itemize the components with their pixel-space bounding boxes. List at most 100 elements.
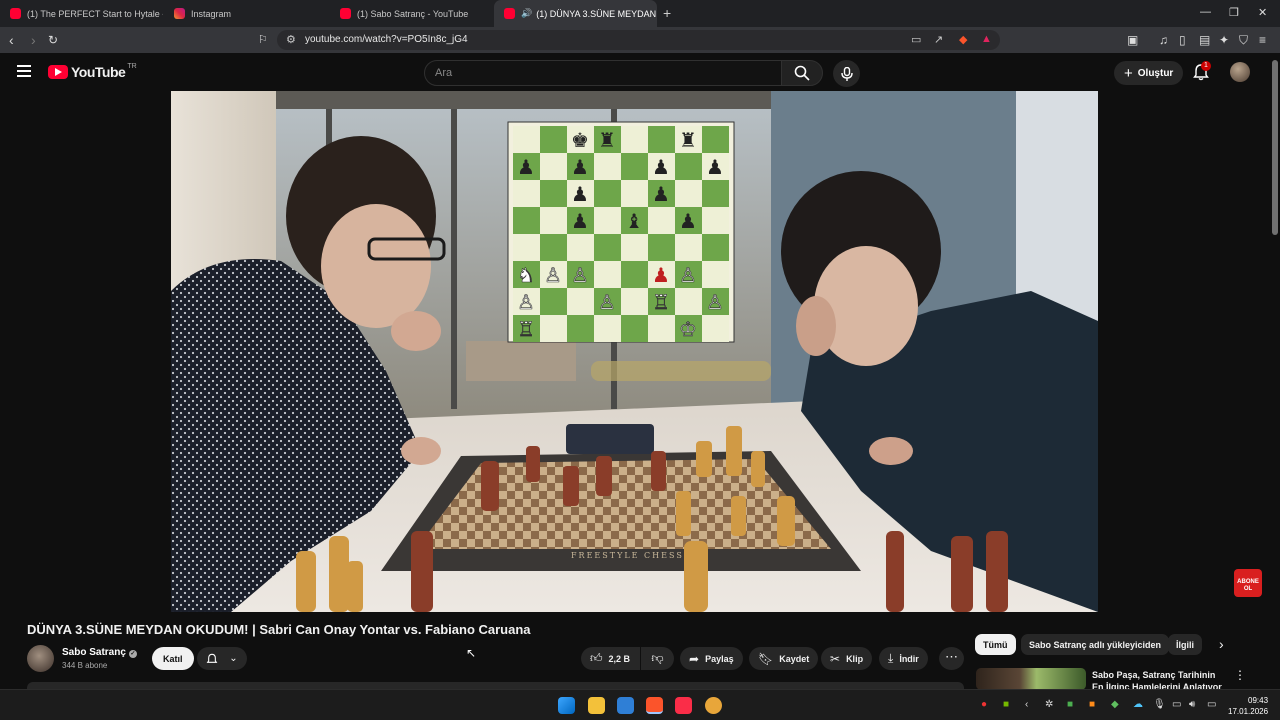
save-button[interactable]: 🔖︎ Kaydet: [749, 647, 819, 670]
tray-settings-icon[interactable]: ✲: [1045, 699, 1053, 710]
apple-music-icon[interactable]: [675, 697, 692, 714]
chip-from-uploader[interactable]: Sabo Satranç adlı yükleyiciden: [1021, 634, 1170, 655]
windows-start-icon[interactable]: [558, 697, 575, 714]
vpn-shield-icon[interactable]: ⛉: [1239, 33, 1248, 48]
forward-icon[interactable]: ›: [31, 32, 36, 48]
chess-piece-icon: ♙: [517, 290, 535, 314]
address-bar[interactable]: ⚙ youtube.com/watch?v=PO5In8c_jG4 ▭ ↗ ◆ …: [277, 30, 1000, 50]
chevron-right-icon[interactable]: ›: [1219, 636, 1224, 652]
nvidia-icon[interactable]: ■: [1003, 699, 1009, 710]
board-square: [540, 207, 567, 234]
board-square: [702, 180, 729, 207]
cast-icon[interactable]: ▭: [911, 33, 921, 46]
chess-piece-icon: ♟: [652, 155, 670, 179]
sidebar-icon[interactable]: ▯: [1179, 33, 1186, 47]
chess-piece-icon: ♙: [706, 290, 724, 314]
board-square: [621, 288, 648, 315]
tray-chevron-icon[interactable]: ‹: [1025, 699, 1028, 710]
tab-label: (1) DÜNYA 3.SÜNE MEYDAN: [536, 8, 657, 19]
dislike-button[interactable]: 👎︎: [641, 647, 674, 670]
board-square: [594, 180, 621, 207]
share-page-icon[interactable]: ↗: [934, 33, 943, 46]
back-icon[interactable]: ‹: [9, 32, 14, 48]
chevron-down-icon: ⌄: [229, 653, 238, 664]
bookmark-icon[interactable]: ⚐: [258, 33, 268, 46]
video-player[interactable]: FREESTYLE CHESS ♚ ♜ ♜ ♟ ♟ ♟ ♟ ♟ ♟ ♟ ♝ ♟ ♞ ♙ ♙ ♟ ♙: [171, 91, 1098, 612]
system-clock[interactable]: 09:43 17.01.2026: [1228, 695, 1268, 717]
plus-icon: +: [1124, 64, 1133, 82]
page-scrollbar-thumb[interactable]: [1272, 60, 1278, 235]
youtube-play-icon: [48, 65, 68, 79]
youtube-favicon-icon: [10, 8, 21, 19]
hamburger-menu-icon[interactable]: [17, 65, 31, 77]
brave-rewards-icon[interactable]: ▲: [981, 33, 992, 45]
restore-window-icon[interactable]: ❐: [1229, 6, 1239, 19]
board-square: [621, 180, 648, 207]
tray-shield-icon[interactable]: ◆: [1111, 699, 1119, 710]
network-icon[interactable]: ▭: [1172, 699, 1181, 710]
site-info-icon[interactable]: ⚙: [286, 33, 296, 46]
leo-ai-icon[interactable]: ✦: [1219, 33, 1229, 47]
channel-avatar[interactable]: [27, 645, 54, 672]
search-button[interactable]: [781, 60, 823, 86]
youtube-logo[interactable]: YouTube TR: [48, 62, 137, 80]
download-button[interactable]: ⤓ İndir: [879, 647, 928, 670]
board-square: [567, 288, 594, 315]
tray-cloud-icon[interactable]: ☁: [1133, 699, 1143, 710]
channel-name[interactable]: Sabo Satranç ✓: [62, 647, 137, 658]
subscribe-watermark-button[interactable]: ABONE OL: [1234, 569, 1262, 597]
file-explorer-icon[interactable]: [588, 697, 605, 714]
close-tab-icon[interactable]: ✕: [656, 7, 657, 20]
board-square: [540, 126, 567, 153]
recommended-video-thumbnail[interactable]: [976, 668, 1086, 690]
join-button[interactable]: Katıl: [152, 647, 194, 670]
microsoft-store-icon[interactable]: [617, 697, 634, 714]
subscription-notifications-button[interactable]: ⌄: [197, 647, 247, 670]
chip-all[interactable]: Tümü: [975, 634, 1016, 655]
board-square: [675, 288, 702, 315]
like-button[interactable]: 👍︎ 2,2 B: [581, 647, 640, 670]
menu-icon[interactable]: ≡: [1259, 33, 1266, 47]
volume-icon[interactable]: 🔊︎: [1189, 699, 1195, 710]
browser-tab-sabo-channel[interactable]: (1) Sabo Satranç - YouTube: [330, 0, 493, 27]
chip-related[interactable]: İlgili: [1168, 634, 1202, 655]
close-window-icon[interactable]: ✕: [1258, 6, 1267, 19]
board-square: [648, 207, 675, 234]
user-avatar[interactable]: [1230, 62, 1250, 82]
recommended-video-title[interactable]: Sabo Paşa, Satranç Tarihinin En İlginç H…: [1092, 669, 1227, 690]
brave-shields-icon[interactable]: ◆: [959, 33, 967, 46]
thumbs-up-icon: 👍︎: [590, 651, 603, 665]
app-avatar-icon[interactable]: [705, 697, 722, 714]
recommended-more-icon[interactable]: ⋮: [1234, 668, 1246, 682]
more-actions-button[interactable]: ⋯: [939, 647, 964, 670]
media-control-icon[interactable]: ♫: [1159, 33, 1168, 47]
scissors-icon: ✂: [830, 651, 841, 666]
clip-button[interactable]: ✂ Klip: [821, 647, 873, 670]
wallet-icon[interactable]: ▤: [1199, 33, 1210, 47]
browser-tab-instagram[interactable]: Instagram: [164, 0, 329, 27]
chess-piece-icon: ♙: [598, 290, 616, 314]
tray-mic-icon[interactable]: 🎙︎: [1153, 699, 1166, 710]
tray-app-icon[interactable]: ●: [981, 699, 987, 710]
reload-icon[interactable]: ↻: [48, 33, 58, 47]
subscribe-line2: OL: [1243, 586, 1253, 592]
chess-piece-icon: ♜: [679, 128, 697, 152]
browser-tab-hytale[interactable]: (1) The PERFECT Start to Hytale - You: [0, 0, 163, 27]
video-frame: FREESTYLE CHESS ♚ ♜ ♜ ♟ ♟ ♟ ♟ ♟ ♟ ♟ ♝ ♟ ♞ ♙ ♙ ♟ ♙: [171, 91, 1098, 612]
windows-taskbar: ● ■ ‹ ✲ ■ ■ ◆ ☁ 🎙︎ ▭ 🔊︎ ▭ 09:43 17.01.20…: [0, 689, 1280, 720]
brave-browser-icon[interactable]: [646, 697, 663, 714]
country-code: TR: [127, 62, 137, 70]
reader-mode-icon[interactable]: ▣: [1127, 33, 1138, 47]
tray-green-app-icon[interactable]: ■: [1067, 699, 1073, 710]
create-button[interactable]: + Oluştur: [1114, 61, 1184, 85]
download-icon: ⤓: [888, 651, 894, 665]
share-button[interactable]: ➦ Paylaş: [680, 647, 743, 670]
minimize-window-icon[interactable]: —: [1200, 6, 1211, 18]
search-input[interactable]: [435, 67, 755, 79]
voice-search-button[interactable]: [833, 60, 860, 87]
new-tab-button[interactable]: +: [663, 5, 671, 21]
battery-icon[interactable]: ▭: [1207, 699, 1216, 710]
browser-tab-current-video[interactable]: 🔊 (1) DÜNYA 3.SÜNE MEYDAN ✕: [494, 0, 657, 27]
search-box: [424, 60, 782, 86]
tray-orange-app-icon[interactable]: ■: [1089, 699, 1095, 710]
